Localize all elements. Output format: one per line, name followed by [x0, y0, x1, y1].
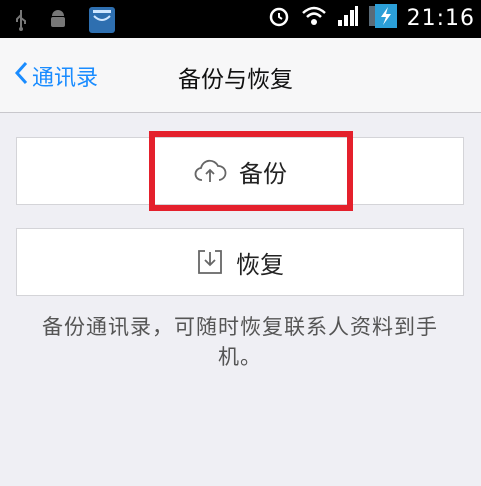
navigation-bar: 通讯录 备份与恢复	[0, 38, 481, 113]
chevron-left-icon	[14, 61, 32, 91]
shopping-bag-icon	[88, 6, 116, 38]
page-title: 备份与恢复	[178, 67, 293, 93]
android-icon	[48, 9, 68, 35]
back-label: 通讯录	[32, 66, 99, 91]
highlight-box	[149, 131, 353, 211]
status-bar: 21:16	[0, 0, 481, 38]
download-tray-icon	[196, 248, 224, 276]
clock: 21:16	[406, 5, 475, 31]
signal-icon	[337, 5, 359, 31]
alarm-icon	[267, 4, 291, 32]
restore-button[interactable]: 恢复	[16, 228, 464, 296]
usb-icon	[14, 9, 28, 35]
back-button[interactable]: 通讯录	[14, 60, 98, 92]
wifi-icon	[301, 5, 327, 31]
restore-label: 恢复	[236, 250, 284, 279]
description-text: 备份通讯录，可随时恢复联系人资料到手机。	[42, 315, 438, 369]
battery-charging-icon	[368, 4, 397, 32]
